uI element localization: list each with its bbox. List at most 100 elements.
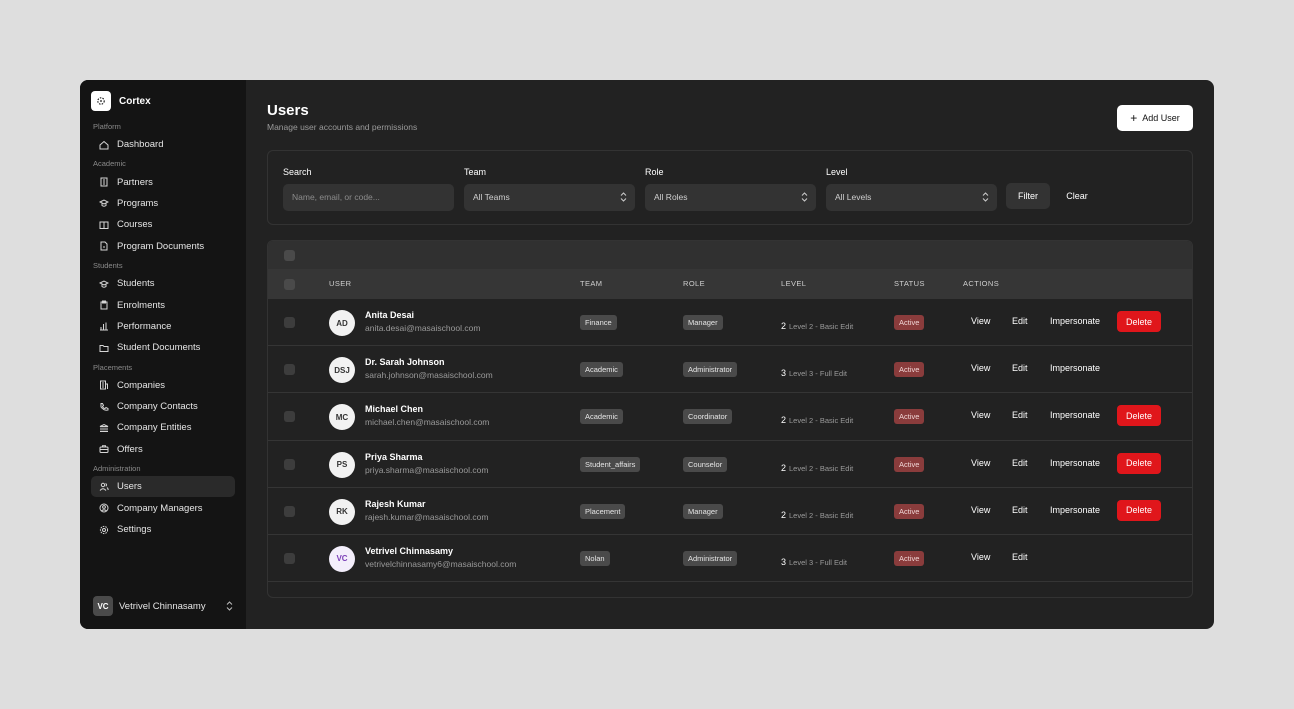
column-header-level[interactable]: LEVEL	[781, 269, 806, 299]
clear-button[interactable]: Clear	[1058, 183, 1096, 209]
view-button[interactable]: View	[971, 410, 990, 420]
sidebar-item-label: Company Managers	[117, 502, 203, 514]
row-checkbox[interactable]	[284, 364, 295, 376]
bulk-select-checkbox[interactable]	[284, 250, 295, 261]
brand[interactable]: Cortex	[80, 90, 246, 112]
sidebar-item-companies[interactable]: Companies	[91, 375, 235, 396]
search-input[interactable]: Name, email, or code...	[283, 184, 454, 211]
gear-icon	[99, 525, 109, 535]
view-button[interactable]: View	[971, 363, 990, 373]
row-checkbox[interactable]	[284, 411, 295, 423]
view-button[interactable]: View	[971, 458, 990, 468]
bulk-action-bar	[268, 241, 1192, 269]
impersonate-button[interactable]: Impersonate	[1050, 363, 1100, 373]
edit-button[interactable]: Edit	[1012, 552, 1028, 562]
view-button[interactable]: View	[971, 552, 990, 562]
user-name: Rajesh Kumar	[365, 498, 426, 509]
row-checkbox[interactable]	[284, 505, 295, 517]
impersonate-button[interactable]: Impersonate	[1050, 505, 1100, 515]
level-description: Level 2 - Basic Edit	[789, 463, 854, 473]
level-cell: 3 Level 3 - Full Edit	[781, 363, 847, 381]
sidebar-item-offers[interactable]: Offers	[91, 439, 235, 460]
level-number: 2	[781, 321, 787, 331]
level-select[interactable]: All Levels	[826, 184, 997, 211]
sidebar-item-settings[interactable]: Settings	[91, 519, 235, 540]
brand-name: Cortex	[119, 95, 151, 107]
column-header-status[interactable]: STATUS	[894, 269, 925, 299]
column-header-user[interactable]: USER	[329, 269, 351, 299]
sidebar-section-label: Administration	[93, 464, 141, 474]
sidebar-item-students[interactable]: Students	[91, 273, 235, 294]
sidebar-item-student-documents[interactable]: Student Documents	[91, 337, 235, 358]
impersonate-button[interactable]: Impersonate	[1050, 316, 1100, 326]
sidebar-item-programs[interactable]: Programs	[91, 193, 235, 214]
sidebar-item-dashboard[interactable]: Dashboard	[91, 134, 235, 155]
edit-button[interactable]: Edit	[1012, 505, 1028, 515]
bank-icon	[99, 423, 109, 433]
level-group: Level All Levels	[826, 167, 997, 211]
sidebar-item-partners[interactable]: Partners	[91, 171, 235, 192]
row-checkbox[interactable]	[284, 458, 295, 470]
row-checkbox[interactable]	[284, 317, 295, 328]
sidebar-user-menu[interactable]: VC Vetrivel Chinnasamy	[93, 596, 233, 616]
status-badge: Active	[894, 362, 925, 378]
main-content: Users Manage user accounts and permissio…	[246, 80, 1214, 629]
home-icon	[99, 140, 109, 150]
users-icon	[99, 482, 109, 492]
row-checkbox[interactable]	[284, 552, 295, 564]
sidebar-item-enrolments[interactable]: Enrolments	[91, 294, 235, 315]
impersonate-button[interactable]: Impersonate	[1050, 458, 1100, 468]
add-user-button[interactable]: + Add User	[1117, 105, 1193, 131]
sidebar-item-performance[interactable]: Performance	[91, 316, 235, 337]
sidebar-item-label: Dashboard	[117, 139, 164, 151]
role-badge: Administrator	[683, 362, 738, 378]
view-button[interactable]: View	[971, 505, 990, 515]
delete-button[interactable]: Delete	[1117, 405, 1161, 427]
role-select[interactable]: All Roles	[645, 184, 816, 211]
select-all-checkbox[interactable]	[284, 279, 295, 290]
sidebar-item-company-entities[interactable]: Company Entities	[91, 417, 235, 438]
view-button[interactable]: View	[971, 316, 990, 326]
status-badge: Active	[894, 503, 925, 519]
table-row: DSJ Dr. Sarah Johnson sarah.johnson@masa…	[268, 346, 1192, 394]
role-badge: Counselor	[683, 456, 728, 472]
delete-button[interactable]: Delete	[1117, 452, 1161, 474]
user-name: Anita Desai	[365, 310, 415, 320]
sidebar-item-program-documents[interactable]: Program Documents	[91, 236, 235, 257]
table-row: MC Michael Chen michael.chen@masaischool…	[268, 393, 1192, 441]
document-icon	[99, 241, 109, 251]
sidebar-item-label: Company Contacts	[117, 401, 198, 413]
sidebar-section-label: Students	[93, 260, 123, 270]
avatar: MC	[329, 404, 355, 431]
edit-button[interactable]: Edit	[1012, 458, 1028, 468]
sidebar-item-company-contacts[interactable]: Company Contacts	[91, 396, 235, 417]
user-name: Michael Chen	[365, 404, 424, 415]
sidebar-item-courses[interactable]: Courses	[91, 214, 235, 235]
column-header-role[interactable]: ROLE	[683, 269, 705, 299]
sidebar-item-company-managers[interactable]: Company Managers	[91, 497, 235, 518]
delete-button[interactable]: Delete	[1117, 311, 1161, 332]
edit-button[interactable]: Edit	[1012, 410, 1028, 420]
impersonate-button[interactable]: Impersonate	[1050, 410, 1100, 420]
edit-button[interactable]: Edit	[1012, 316, 1028, 326]
delete-button[interactable]: Delete	[1117, 499, 1161, 521]
team-select[interactable]: All Teams	[464, 184, 635, 211]
role-badge: Coordinator	[683, 409, 733, 425]
edit-button[interactable]: Edit	[1012, 363, 1028, 373]
role-group: Role All Roles	[645, 167, 816, 211]
team-label: Team	[464, 167, 487, 177]
level-description: Level 3 - Full Edit	[789, 557, 847, 567]
user-email: priya.sharma@masaischool.com	[365, 464, 489, 475]
column-header-team[interactable]: TEAM	[580, 269, 602, 299]
filter-button[interactable]: Filter	[1006, 183, 1050, 209]
user-email: vetrivelchinnasamy6@masaischool.com	[365, 558, 517, 569]
sidebar-item-label: Courses	[117, 219, 153, 231]
team-badge: Academic	[580, 362, 623, 378]
sidebar-item-users[interactable]: Users	[91, 476, 235, 498]
level-description: Level 2 - Basic Edit	[789, 322, 854, 331]
office-building-icon	[99, 380, 109, 390]
sidebar-item-label: Enrolments	[117, 299, 166, 311]
sidebar-item-label: Offers	[117, 443, 143, 455]
level-cell: 2 Level 2 - Basic Edit	[781, 458, 853, 476]
sidebar-item-label: Users	[117, 481, 142, 493]
